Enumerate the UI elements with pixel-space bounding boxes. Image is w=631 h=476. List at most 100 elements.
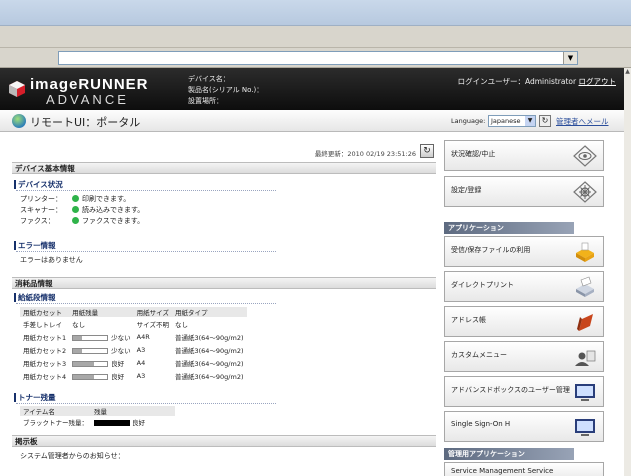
toner-level: 良好	[91, 416, 175, 427]
paper-level: なし	[69, 317, 134, 330]
browser-title-bar	[0, 0, 631, 26]
admin-mail-link[interactable]: 管理者へメール	[556, 116, 609, 127]
paper-source: 用紙カセット2	[23, 346, 67, 355]
button-label: 設定/登録	[451, 186, 482, 194]
settings-button[interactable]: 設定/登録	[444, 176, 604, 207]
login-user-text: ログインユーザー：Administrator	[457, 77, 577, 86]
device-info: デバイス名： 製品名(シリアル No.)： 設置場所：	[188, 74, 263, 107]
custom-menu-button[interactable]: カスタムメニュー	[444, 341, 604, 372]
button-label: アドバンスドボックスのユーザー管理	[451, 386, 570, 394]
applications-header: アプリケーション	[444, 222, 574, 234]
paper-type: 普通紙3(64～90g/m2)	[174, 372, 244, 381]
column-header: 用紙カセット	[20, 307, 70, 317]
table-header-row: 用紙カセット 用紙残量 用紙サイズ 用紙タイプ	[20, 307, 247, 317]
paper-source: 用紙カセット1	[23, 333, 67, 342]
paper-rows: 手差しトレイ なし サイズ不明 なし 用紙カセット1 少ない A4R 普通紙3(64～90g/…	[20, 317, 247, 382]
status-label: ファクス：	[20, 217, 55, 225]
paper-table: 用紙カセット 用紙残量 用紙サイズ 用紙タイプ 手差しトレイ なし サイズ不明 なし用…	[20, 307, 247, 382]
status-row-scanner: スキャナー： 読み込みできます。	[20, 206, 144, 215]
address-book-icon	[577, 314, 593, 331]
paper-level-text: 少ない	[111, 346, 131, 355]
paper-level-bar	[72, 347, 109, 354]
paper-type: なし	[174, 320, 188, 329]
paper-size: A4R	[136, 332, 150, 341]
column-header: アイテム名	[20, 406, 91, 416]
address-dropdown-icon[interactable]: ▼	[563, 52, 577, 64]
table-row: 用紙カセット4 良好 A3 普通紙3(64～90g/m2)	[20, 369, 247, 382]
paper-level-bar	[72, 360, 109, 367]
toner-level-text: 良好	[132, 418, 145, 427]
logout-link[interactable]: ログアウト	[579, 77, 617, 86]
paper-level-text: 良好	[111, 359, 125, 368]
direct-print-icon	[576, 276, 594, 297]
paper-level-text: 少ない	[111, 333, 131, 342]
location-label: 設置場所：	[188, 97, 223, 105]
status-text: 読み込みできます。	[82, 206, 145, 214]
status-label: プリンター：	[20, 195, 62, 203]
button-label: ダイレクトプリント	[451, 281, 514, 289]
device-status-heading: デバイス状況	[14, 180, 275, 191]
paper-size: A3	[136, 345, 146, 354]
brand-subname: ADVANCE	[46, 92, 129, 107]
toner-info-heading: トナー残量	[14, 393, 273, 404]
screen: ▼ imageRUNNER ADVANCE デバイス名： 製品名(シリアル No…	[0, 0, 631, 476]
toner-name: ブラックトナー残量：	[23, 418, 88, 427]
paper-source: 用紙カセット4	[23, 372, 67, 381]
paper-level-text: なし	[72, 320, 86, 329]
status-text: 印刷できます。	[82, 195, 131, 203]
service-management-button[interactable]: Service Management Service	[444, 462, 604, 476]
paper-size: A4	[136, 358, 146, 367]
paper-level-bar	[72, 334, 109, 341]
scroll-up-icon[interactable]: ▲	[624, 68, 631, 76]
stored-files-icon	[576, 242, 594, 262]
button-label: Service Management Service	[451, 467, 554, 475]
status-monitor-button[interactable]: 状況確認/中止	[444, 140, 604, 171]
paper-type: 普通紙3(64～90g/m2)	[174, 359, 244, 368]
language-apply-icon[interactable]: ↻	[539, 115, 551, 127]
side-panel: 状況確認/中止 設定/登録 アプリケーション 受信/保存ファイルの利用 ダイレク…	[444, 140, 616, 476]
paper-source: 手差しトレイ	[23, 320, 62, 329]
advanced-box-user-mgmt-button[interactable]: アドバンスドボックスのユーザー管理	[444, 376, 604, 407]
paper-info-heading: 給紙段情報	[14, 293, 273, 304]
paper-level: 良好	[69, 356, 134, 369]
paper-level-fill	[73, 361, 94, 366]
error-message: エラーはありません	[20, 256, 83, 264]
chevron-down-icon: ▼	[525, 116, 535, 126]
button-label: 状況確認/中止	[451, 150, 496, 158]
paper-level: 少ない	[69, 330, 134, 343]
address-input[interactable]: ▼	[58, 51, 578, 65]
status-row-printer: プリンター： 印刷できます。	[20, 195, 130, 204]
custom-menu-icon	[575, 350, 596, 366]
paper-size: サイズ不明	[136, 320, 169, 329]
page-scrollbar[interactable]: ▲	[624, 68, 631, 476]
status-text: ファクスできます。	[82, 217, 145, 225]
status-row-fax: ファクス： ファクスできます。	[20, 217, 144, 226]
language-select[interactable]: Japanese ▼	[488, 115, 536, 127]
table-row: 用紙カセット2 少ない A3 普通紙3(64～90g/m2)	[20, 343, 247, 356]
single-sign-on-button[interactable]: Single Sign-On H	[444, 411, 604, 442]
paper-level: 良好	[69, 369, 134, 382]
section-device-info: デバイス基本情報	[12, 162, 436, 174]
last-updated: 最終更新：2010 02/19 23:51:26	[314, 150, 416, 158]
page-title: リモートUI：ポータル	[30, 116, 141, 129]
refresh-icon[interactable]: ↻	[420, 144, 434, 158]
browser-toolbar	[0, 26, 631, 48]
paper-level-fill	[73, 348, 82, 353]
table-row: 用紙カセット1 少ない A4R 普通紙3(64～90g/m2)	[20, 330, 247, 343]
brand-name: imageRUNNER	[30, 76, 149, 93]
column-header: 用紙タイプ	[171, 307, 247, 317]
stored-files-button[interactable]: 受信/保存ファイルの利用	[444, 236, 604, 267]
direct-print-button[interactable]: ダイレクトプリント	[444, 271, 604, 302]
login-info: ログインユーザー：Administrator ログアウト	[458, 76, 616, 87]
button-label: 受信/保存ファイルの利用	[451, 246, 531, 254]
main-panel: 最終更新：2010 02/19 23:51:26 ↻ デバイス基本情報 デバイス…	[12, 140, 436, 476]
status-ok-icon	[72, 195, 79, 202]
status-ok-icon	[72, 217, 79, 224]
paper-level: 少ない	[69, 343, 134, 356]
address-book-button[interactable]: アドレス帳	[444, 306, 604, 337]
paper-level-fill	[73, 335, 82, 340]
button-label: カスタムメニュー	[451, 351, 507, 359]
paper-size: A3	[136, 371, 146, 380]
paper-level-text: 良好	[111, 372, 125, 381]
column-header: 用紙サイズ	[133, 307, 172, 317]
